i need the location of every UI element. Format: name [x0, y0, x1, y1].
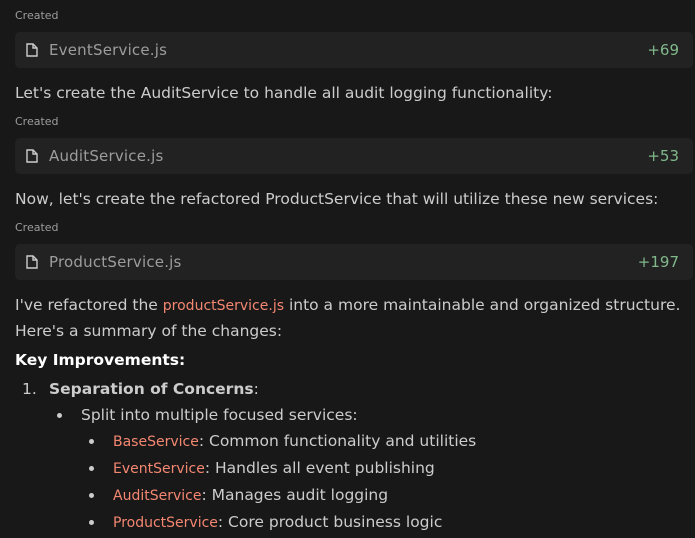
- section-heading: Key Improvements:: [15, 351, 186, 369]
- file-card-event-service[interactable]: EventService.js +69: [15, 32, 693, 68]
- bullet-text: Split into multiple focused services:: [81, 406, 358, 424]
- file-icon: [26, 43, 38, 57]
- sub-bullet-item: EventService: Handles all event publishi…: [15, 456, 693, 482]
- file-card-audit-service[interactable]: AuditService.js +53: [15, 138, 693, 174]
- bullet-dot: [57, 413, 62, 418]
- message-text: Let's create the AuditService to handle …: [15, 84, 553, 102]
- file-name: AuditService.js: [49, 147, 164, 165]
- summary-pre: I've refactored the: [15, 296, 163, 314]
- bullet-dot: [89, 520, 94, 525]
- created-label: Created: [15, 115, 59, 128]
- created-label: Created: [15, 221, 59, 234]
- sub-bullet-text: : Handles all event publishing: [204, 459, 435, 477]
- sub-bullet-item: ProductService: Core product business lo…: [15, 510, 693, 536]
- sub-bullet-item: BaseService: Common functionality and ut…: [15, 429, 693, 455]
- inline-code: AuditService: [113, 488, 202, 504]
- inline-code: productService.js: [162, 298, 285, 314]
- lines-added: +197: [637, 253, 679, 271]
- inline-code: ProductService: [113, 515, 218, 531]
- sub-bullet-text: : Manages audit logging: [201, 486, 389, 504]
- file-card-product-service[interactable]: ProductService.js +197: [15, 244, 693, 280]
- sub-bullet-text: : Common functionality and utilities: [198, 432, 477, 450]
- bullet-dot: [89, 439, 94, 444]
- lines-added: +69: [647, 41, 679, 59]
- list-item-suffix: :: [253, 380, 259, 398]
- lines-added: +53: [647, 147, 679, 165]
- chat-content: Created EventService.js +69 Let's create…: [15, 0, 693, 536]
- file-name: ProductService.js: [49, 253, 182, 271]
- inline-code: BaseService: [113, 434, 199, 450]
- file-icon: [26, 149, 38, 163]
- file-name: EventService.js: [49, 41, 168, 59]
- list-number: 1.: [22, 380, 37, 398]
- sub-bullet-item: AuditService: Manages audit logging: [15, 483, 693, 509]
- sub-bullet-text: : Core product business logic: [217, 513, 443, 531]
- bullet-dot: [89, 493, 94, 498]
- bullet-item: Split into multiple focused services:: [15, 403, 693, 428]
- bullet-dot: [89, 466, 94, 471]
- ordered-list-item: 1. Separation of Concerns: Split into mu…: [15, 377, 693, 536]
- message-text: Now, let's create the refactored Product…: [15, 190, 659, 208]
- summary-text: I've refactored the productService.js in…: [15, 293, 693, 344]
- created-label: Created: [15, 9, 59, 22]
- inline-code: EventService: [113, 461, 205, 477]
- list-item-title: Separation of Concerns: [49, 380, 254, 398]
- file-icon: [26, 255, 38, 269]
